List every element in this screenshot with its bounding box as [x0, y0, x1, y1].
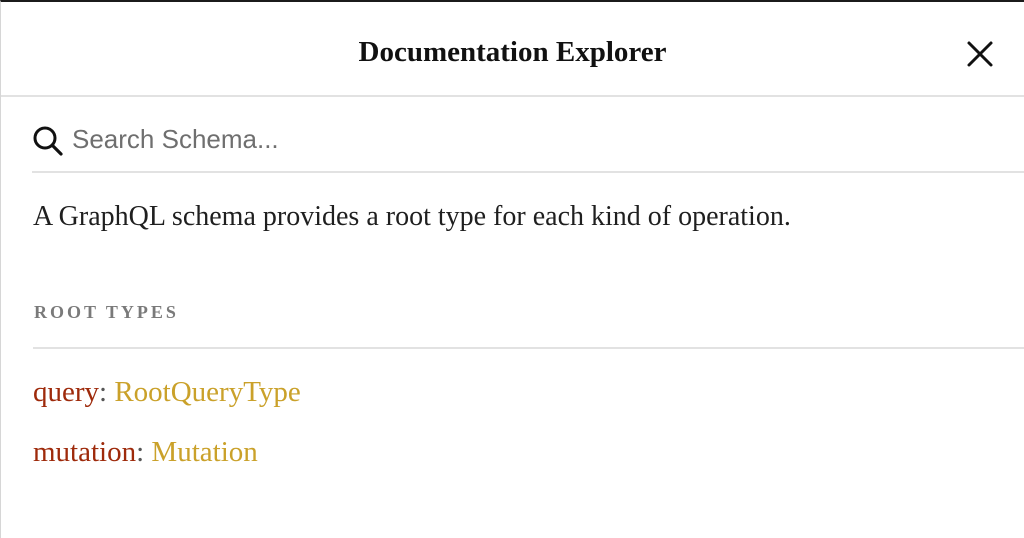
doc-explorer-title: Documentation Explorer: [358, 36, 667, 68]
field-separator: :: [136, 436, 152, 468]
root-types-section-header: ROOT TYPES: [33, 294, 1024, 349]
search-input[interactable]: [72, 119, 672, 159]
root-type-query: query: RootQueryType: [33, 372, 301, 412]
search-bar: [32, 99, 1024, 173]
schema-description: A GraphQL schema provides a root type fo…: [33, 201, 791, 232]
type-link-root-query-type[interactable]: RootQueryType: [114, 376, 300, 408]
close-button[interactable]: [964, 38, 996, 70]
root-field-mutation[interactable]: mutation: [33, 436, 136, 468]
field-separator: :: [99, 376, 115, 408]
root-type-mutation: mutation: Mutation: [33, 432, 258, 472]
type-link-mutation[interactable]: Mutation: [151, 436, 257, 468]
documentation-explorer-panel: Documentation Explorer A GraphQL schema …: [0, 0, 1024, 538]
doc-explorer-header: Documentation Explorer: [1, 2, 1024, 97]
close-icon: [967, 41, 993, 67]
root-types-section-title: ROOT TYPES: [34, 302, 179, 322]
root-field-query[interactable]: query: [33, 376, 99, 408]
search-icon: [33, 126, 63, 156]
